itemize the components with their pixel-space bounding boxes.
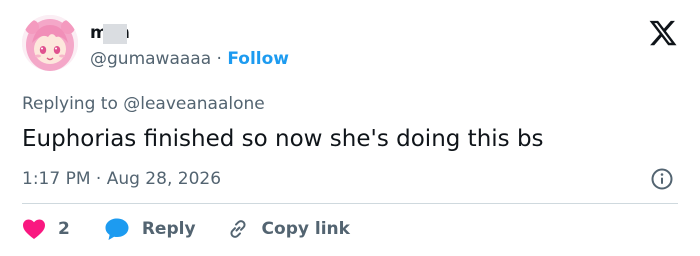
display-name[interactable]: mch <box>90 22 130 44</box>
link-icon <box>226 217 250 241</box>
replying-to-line: Replying to @leaveanaalone <box>22 93 265 115</box>
like-button[interactable]: 2 <box>22 218 70 240</box>
tweet-text: Euphorias finished so now she's doing th… <box>22 126 544 152</box>
copy-link-button[interactable]: Copy link <box>226 217 350 241</box>
handle-row: @gumawaaaa · Follow <box>90 48 289 70</box>
avatar[interactable] <box>22 15 78 71</box>
tweet-embed-card: mch @gumawaaaa · Follow Replying to @lea… <box>0 0 700 256</box>
divider <box>22 203 678 204</box>
reply-label: Reply <box>141 219 196 239</box>
reply-button[interactable]: Reply <box>104 217 196 241</box>
copy-link-label: Copy link <box>261 219 350 239</box>
like-count: 2 <box>58 219 70 239</box>
action-bar: 2 Reply Copy link <box>22 216 350 242</box>
heart-icon <box>22 218 46 240</box>
replying-prefix: Replying to <box>22 94 124 114</box>
timestamp[interactable]: 1:17 PM · Aug 28, 2026 <box>22 168 221 190</box>
speech-bubble-icon <box>104 217 130 241</box>
follow-button[interactable]: Follow <box>227 49 289 69</box>
replying-to-handle[interactable]: @leaveanaalone <box>123 94 265 114</box>
name-censor-block <box>103 24 127 44</box>
user-handle[interactable]: @gumawaaaa <box>90 49 211 69</box>
avatar-image <box>22 15 78 71</box>
info-icon[interactable] <box>650 167 674 191</box>
x-logo-icon[interactable] <box>648 18 678 48</box>
handle-separator: · <box>216 49 228 69</box>
